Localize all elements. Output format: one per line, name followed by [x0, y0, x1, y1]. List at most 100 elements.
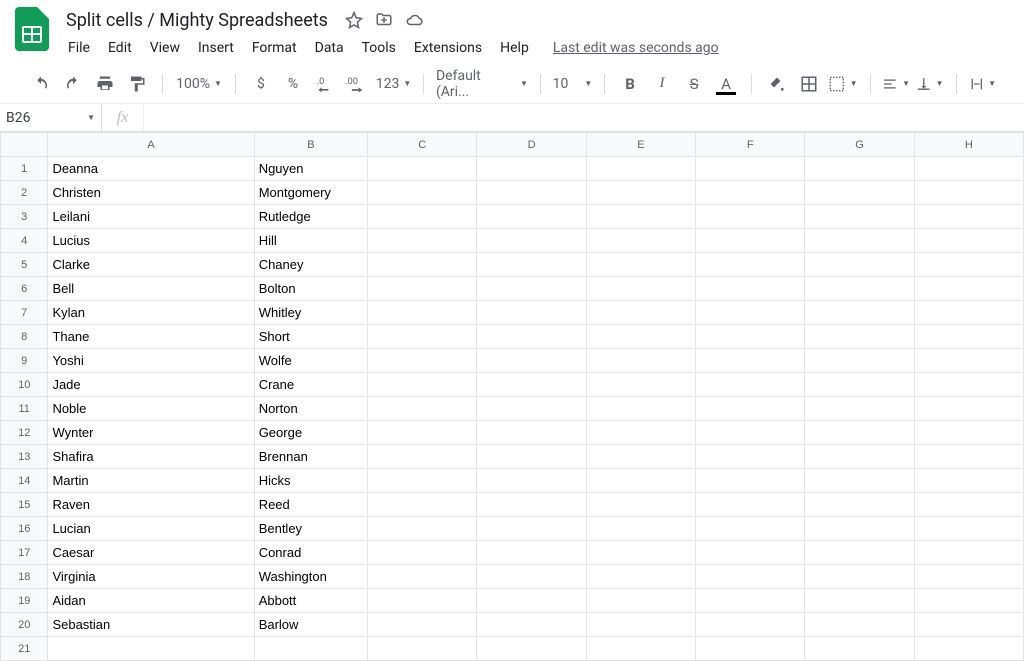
cell[interactable] [368, 349, 477, 373]
cell[interactable]: Reed [254, 493, 367, 517]
cell[interactable] [477, 157, 586, 181]
cell[interactable] [368, 541, 477, 565]
cell[interactable] [586, 541, 695, 565]
cell[interactable]: Shafira [48, 445, 254, 469]
cell[interactable] [805, 589, 914, 613]
cell[interactable]: Barlow [254, 613, 367, 637]
cell[interactable] [805, 493, 914, 517]
menu-tools[interactable]: Tools [354, 36, 404, 60]
text-wrap-button[interactable]: ▼ [969, 71, 997, 97]
cell[interactable] [805, 253, 914, 277]
document-title[interactable]: Split cells / Mighty Spreadsheets [60, 8, 334, 33]
cell[interactable] [805, 157, 914, 181]
cell[interactable] [477, 349, 586, 373]
cell[interactable]: Crane [254, 373, 367, 397]
cell[interactable]: Abbott [254, 589, 367, 613]
formula-input[interactable] [144, 104, 1024, 131]
cell[interactable]: Lucius [48, 229, 254, 253]
cell[interactable] [914, 349, 1023, 373]
strikethrough-button[interactable]: S [681, 71, 707, 97]
cell[interactable] [696, 469, 805, 493]
redo-button[interactable] [60, 71, 86, 97]
cell[interactable] [696, 565, 805, 589]
cell[interactable] [696, 349, 805, 373]
cell[interactable] [914, 325, 1023, 349]
fill-color-button[interactable] [764, 71, 790, 97]
row-header[interactable]: 7 [1, 301, 48, 325]
cell[interactable] [368, 445, 477, 469]
cell[interactable]: Bolton [254, 277, 367, 301]
cell[interactable]: Nguyen [254, 157, 367, 181]
cell[interactable] [805, 541, 914, 565]
cell[interactable] [914, 469, 1023, 493]
paint-format-button[interactable] [124, 71, 150, 97]
cell[interactable] [696, 541, 805, 565]
merge-cells-button[interactable]: ▼ [828, 71, 857, 97]
cell[interactable] [914, 541, 1023, 565]
cell[interactable] [696, 181, 805, 205]
cell[interactable] [477, 301, 586, 325]
cell[interactable] [368, 565, 477, 589]
cell[interactable]: Sebastian [48, 613, 254, 637]
move-icon[interactable] [374, 10, 394, 30]
row-header[interactable]: 15 [1, 493, 48, 517]
cell[interactable] [805, 373, 914, 397]
cell[interactable] [805, 325, 914, 349]
cell[interactable] [586, 325, 695, 349]
menu-format[interactable]: Format [244, 36, 305, 60]
cell[interactable] [368, 229, 477, 253]
cell[interactable] [586, 181, 695, 205]
cell[interactable] [914, 253, 1023, 277]
cell[interactable] [368, 613, 477, 637]
cell[interactable] [914, 493, 1023, 517]
cell[interactable] [914, 301, 1023, 325]
col-header-e[interactable]: E [586, 133, 695, 157]
cell[interactable]: Raven [48, 493, 254, 517]
cell[interactable] [805, 301, 914, 325]
horizontal-align-button[interactable]: ▼ [882, 71, 910, 97]
font-size-select[interactable]: 10 ▼ [553, 71, 592, 97]
cell[interactable] [696, 157, 805, 181]
cell[interactable]: Jade [48, 373, 254, 397]
cell[interactable] [914, 181, 1023, 205]
cell[interactable] [805, 397, 914, 421]
cell[interactable]: Brennan [254, 445, 367, 469]
undo-button[interactable] [28, 71, 54, 97]
cell[interactable] [914, 157, 1023, 181]
cell[interactable]: Chaney [254, 253, 367, 277]
cell[interactable] [805, 421, 914, 445]
cloud-status-icon[interactable] [404, 10, 424, 30]
cell[interactable] [696, 277, 805, 301]
row-header[interactable]: 16 [1, 517, 48, 541]
cell[interactable] [477, 205, 586, 229]
cell[interactable] [368, 637, 477, 661]
row-header[interactable]: 20 [1, 613, 48, 637]
cell[interactable] [368, 253, 477, 277]
cell[interactable]: Christen [48, 181, 254, 205]
cell[interactable]: Conrad [254, 541, 367, 565]
cell[interactable]: Yoshi [48, 349, 254, 373]
cell[interactable] [696, 517, 805, 541]
font-select[interactable]: Default (Ari...▼ [436, 71, 528, 97]
cell[interactable] [477, 613, 586, 637]
cell[interactable] [477, 445, 586, 469]
cell[interactable] [368, 517, 477, 541]
cell[interactable] [696, 397, 805, 421]
cell[interactable]: Short [254, 325, 367, 349]
cell[interactable] [586, 445, 695, 469]
cell[interactable] [477, 517, 586, 541]
borders-button[interactable] [796, 71, 822, 97]
cell[interactable] [696, 205, 805, 229]
row-header[interactable]: 14 [1, 469, 48, 493]
cell[interactable] [805, 469, 914, 493]
cell[interactable]: Martin [48, 469, 254, 493]
increase-decimal-button[interactable]: .00 [344, 71, 370, 97]
cell[interactable] [477, 373, 586, 397]
cell[interactable] [368, 205, 477, 229]
menu-insert[interactable]: Insert [190, 36, 242, 60]
cell[interactable] [586, 253, 695, 277]
cell[interactable] [368, 325, 477, 349]
cell[interactable]: Deanna [48, 157, 254, 181]
col-header-d[interactable]: D [477, 133, 586, 157]
cell[interactable] [477, 325, 586, 349]
